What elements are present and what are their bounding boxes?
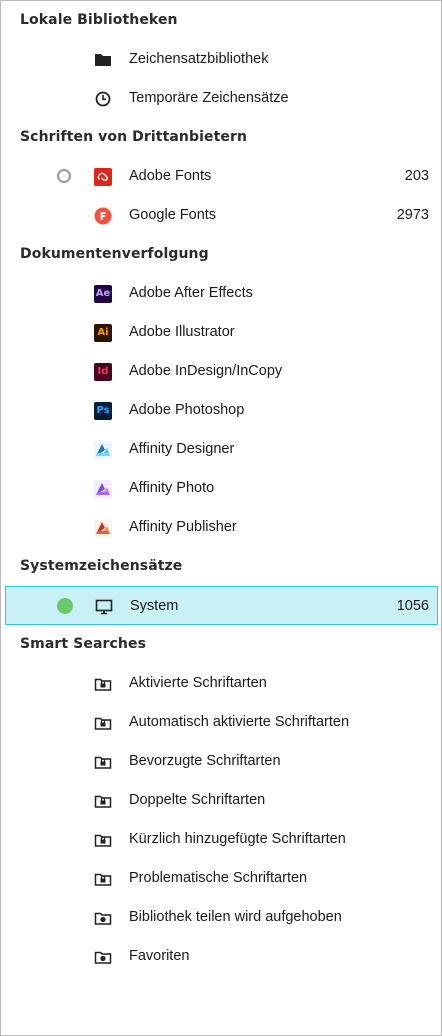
sidebar-item-kurzlich-hinzugefugt[interactable]: Kürzlich hinzugefügte Schriftarten xyxy=(1,820,441,859)
smart-folder-icon xyxy=(94,870,112,888)
activation-toggle[interactable] xyxy=(57,598,73,614)
font-count: 1056 xyxy=(396,598,429,614)
google-fonts-icon xyxy=(94,207,112,225)
adobe-fonts-icon xyxy=(94,168,112,186)
shared-folder-icon xyxy=(94,948,112,966)
sidebar-item-indesign[interactable]: Id Adobe InDesign/InCopy xyxy=(1,352,441,391)
section-header-local: Lokale Bibliotheken xyxy=(20,12,178,28)
sidebar-item-label: Favoriten xyxy=(129,948,190,964)
sidebar-item-label: Zeichensatzbibliothek xyxy=(129,51,269,67)
section-header-system: Systemzeichensätze xyxy=(20,558,183,574)
sidebar-item-temporare-zeichensatze[interactable]: Temporäre Zeichensätze xyxy=(1,79,441,118)
sidebar-item-label: Adobe Photoshop xyxy=(129,402,245,418)
smart-folder-icon xyxy=(94,831,112,849)
sidebar-item-label: Automatisch aktivierte Schriftarten xyxy=(129,714,350,730)
sidebar-item-label: Adobe InDesign/InCopy xyxy=(129,363,283,379)
indesign-icon: Id xyxy=(94,363,112,381)
sidebar-item-doppelte-schriftarten[interactable]: Doppelte Schriftarten xyxy=(1,781,441,820)
sidebar-item-label: Affinity Photo xyxy=(129,480,215,496)
sidebar-item-label: Kürzlich hinzugefügte Schriftarten xyxy=(129,831,346,847)
sidebar-item-adobe-fonts[interactable]: Adobe Fonts 203 xyxy=(1,157,441,196)
font-count: 203 xyxy=(404,168,429,184)
activation-toggle[interactable] xyxy=(57,169,71,183)
sidebar-item-affinity-designer[interactable]: Affinity Designer xyxy=(1,430,441,469)
smart-folder-icon xyxy=(94,714,112,732)
folder-icon xyxy=(94,51,112,69)
sidebar-item-label: Adobe Illustrator xyxy=(129,324,235,340)
sidebar-item-favoriten[interactable]: Favoriten xyxy=(1,937,441,976)
sidebar-item-label: Doppelte Schriftarten xyxy=(129,792,266,808)
after-effects-icon: Ae xyxy=(94,285,112,303)
font-count: 2973 xyxy=(396,207,429,223)
sidebar-item-label: Adobe After Effects xyxy=(129,285,253,301)
sidebar-item-label: Affinity Designer xyxy=(129,441,235,457)
sidebar-item-problematische-schriftarten[interactable]: Problematische Schriftarten xyxy=(1,859,441,898)
sidebar-item-photoshop[interactable]: Ps Adobe Photoshop xyxy=(1,391,441,430)
sidebar-item-system[interactable]: System 1056 xyxy=(5,586,438,625)
section-header-smart-searches: Smart Searches xyxy=(20,636,147,652)
sidebar-item-label: Bevorzugte Schriftarten xyxy=(129,753,281,769)
sidebar-item-affinity-photo[interactable]: Affinity Photo xyxy=(1,469,441,508)
sidebar-item-aktivierte-schriftarten[interactable]: Aktivierte Schriftarten xyxy=(1,664,441,703)
sidebar-item-label: Problematische Schriftarten xyxy=(129,870,308,886)
section-header-third-party: Schriften von Drittanbietern xyxy=(20,129,248,145)
sidebar-item-illustrator[interactable]: Ai Adobe Illustrator xyxy=(1,313,441,352)
smart-folder-icon xyxy=(94,792,112,810)
sidebar-item-label: System xyxy=(130,598,179,614)
sidebar-item-label: Google Fonts xyxy=(129,207,217,223)
section-header-tracking: Dokumentenverfolgung xyxy=(20,246,209,262)
sidebar-item-zeichensatzbibliothek[interactable]: Zeichensatzbibliothek xyxy=(1,40,441,79)
illustrator-icon: Ai xyxy=(94,324,112,342)
sidebar-item-label: Affinity Publisher xyxy=(129,519,237,535)
affinity-designer-icon xyxy=(94,441,112,459)
sidebar-item-bevorzugte-schriftarten[interactable]: Bevorzugte Schriftarten xyxy=(1,742,441,781)
sidebar-item-bibliothek-teilen[interactable]: Bibliothek teilen wird aufgehoben xyxy=(1,898,441,937)
sidebar-item-label: Bibliothek teilen wird aufgehoben xyxy=(129,909,342,925)
shared-folder-icon xyxy=(94,909,112,927)
sidebar-item-after-effects[interactable]: Ae Adobe After Effects xyxy=(1,274,441,313)
sidebar-item-affinity-publisher[interactable]: Affinity Publisher xyxy=(1,508,441,547)
library-panel: Lokale Bibliotheken Zeichensatzbibliothe… xyxy=(0,0,442,1036)
sidebar-item-label: Aktivierte Schriftarten xyxy=(129,675,267,691)
sidebar-item-label: Temporäre Zeichensätze xyxy=(129,90,289,106)
smart-folder-icon xyxy=(94,753,112,771)
sidebar-item-automatisch-aktivierte[interactable]: Automatisch aktivierte Schriftarten xyxy=(1,703,441,742)
affinity-publisher-icon xyxy=(94,519,112,537)
smart-folder-icon xyxy=(94,675,112,693)
clock-icon xyxy=(94,90,112,108)
sidebar-item-google-fonts[interactable]: Google Fonts 2973 xyxy=(1,196,441,235)
photoshop-icon: Ps xyxy=(94,402,112,420)
monitor-icon xyxy=(95,598,113,616)
sidebar-item-label: Adobe Fonts xyxy=(129,168,212,184)
affinity-photo-icon xyxy=(94,480,112,498)
